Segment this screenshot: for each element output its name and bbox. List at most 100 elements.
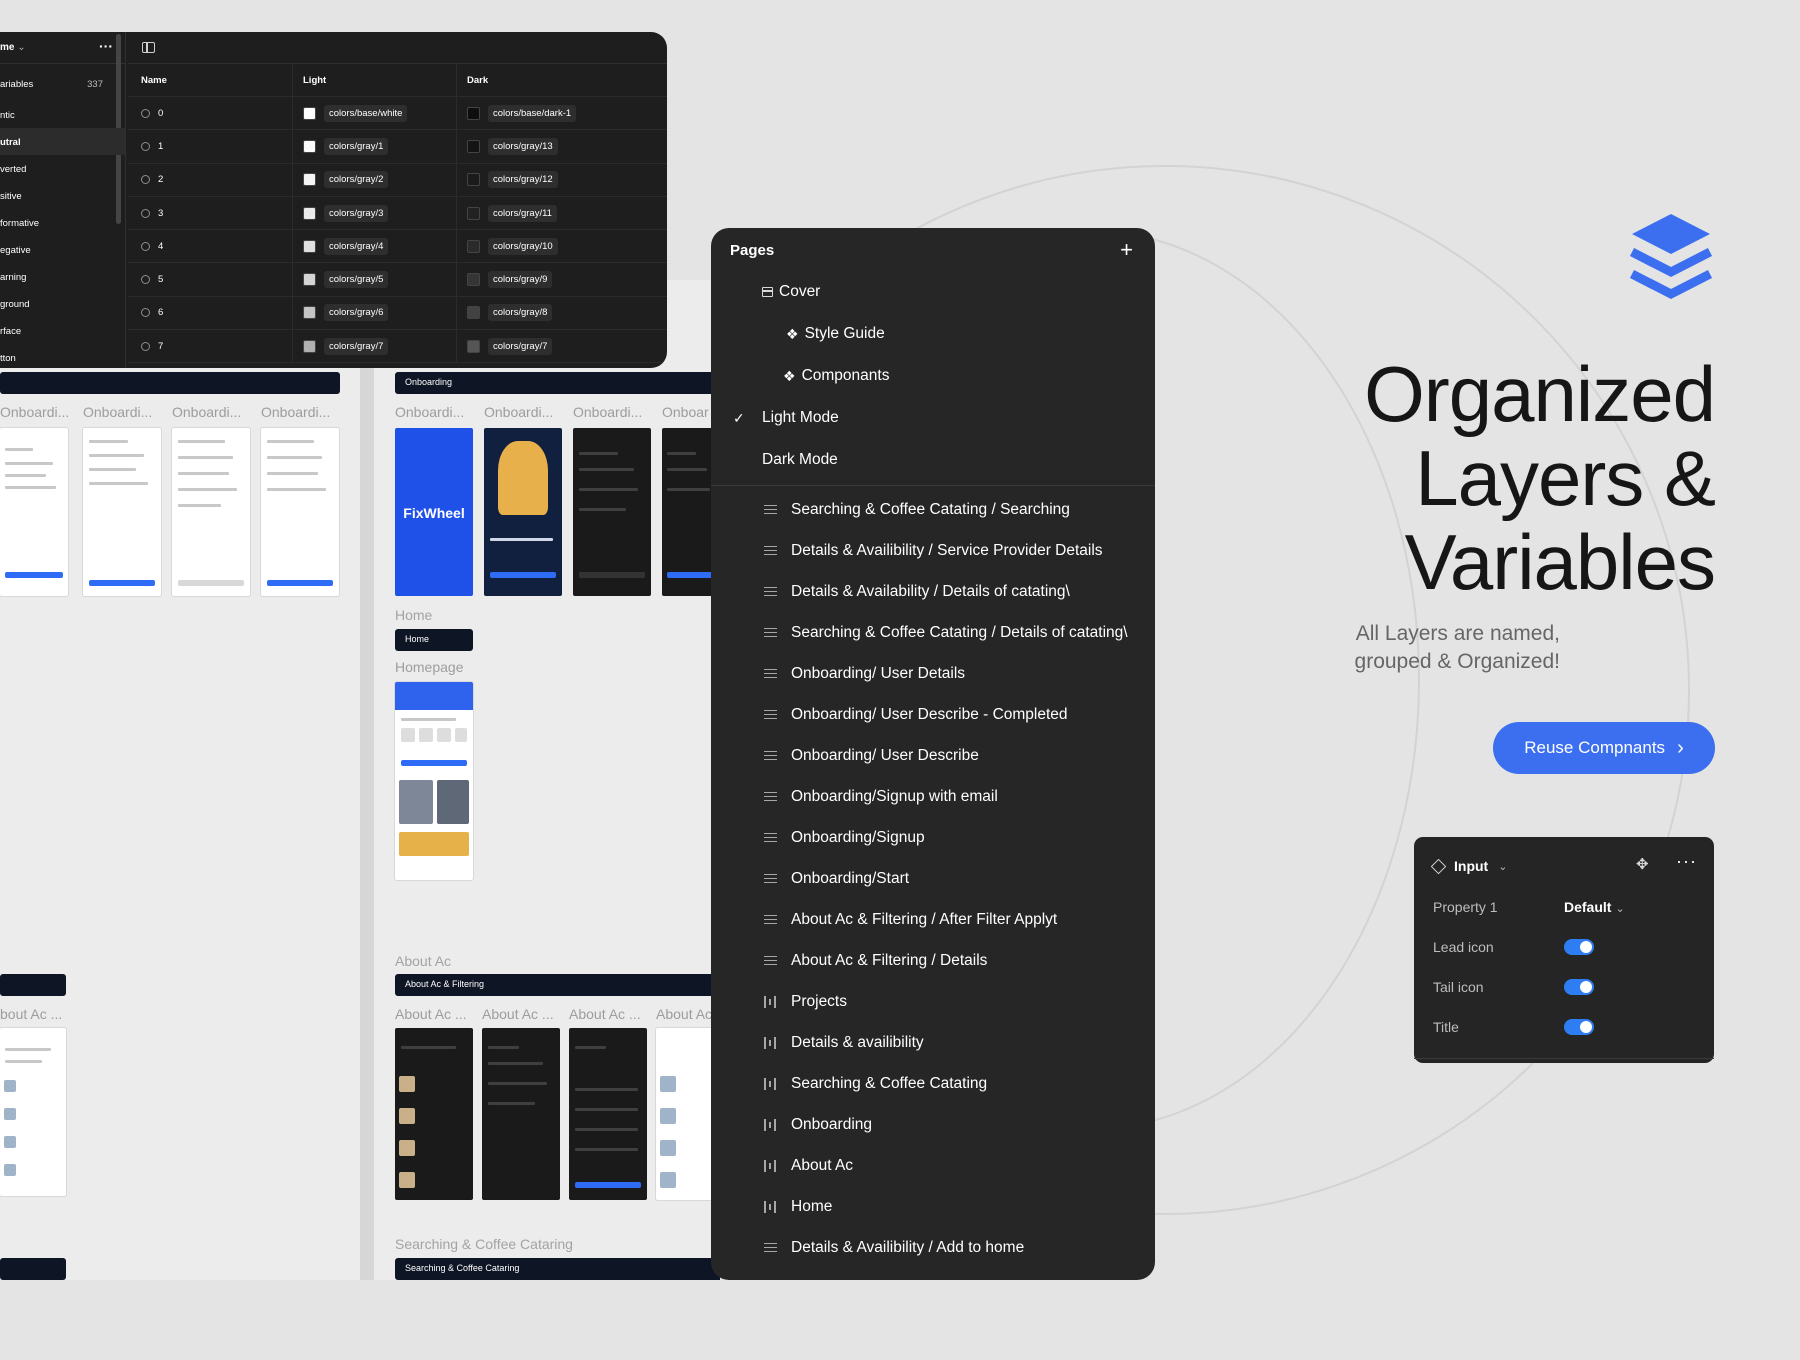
dark-alias-chip[interactable]: colors/gray/11	[488, 204, 557, 222]
layer-item[interactable]: Onboarding	[711, 1105, 1155, 1145]
sidebar-item-group[interactable]: verted	[0, 155, 125, 182]
homepage-frame-thumbnail[interactable]	[395, 682, 473, 880]
reuse-components-button[interactable]: Reuse Compnants ›	[1493, 722, 1715, 774]
sidebar-item-group[interactable]: sitive	[0, 182, 125, 209]
table-row[interactable]: 2 colors/gray/2 colors/gray/12	[128, 163, 667, 197]
frame-label[interactable]: About Ac ...	[482, 1006, 560, 1022]
searching-section-bar[interactable]: Searching & Coffee Cataring	[395, 1258, 720, 1280]
frame-thumbnail[interactable]	[83, 428, 161, 596]
layer-item[interactable]: Onboarding/Signup	[711, 818, 1155, 858]
sidebar-item-group[interactable]: tton	[0, 344, 125, 368]
title-toggle[interactable]	[1564, 1019, 1594, 1035]
property-1-select[interactable]: Default ⌄	[1564, 899, 1625, 915]
collection-name[interactable]: me	[0, 42, 14, 53]
page-item-cover[interactable]: Cover	[711, 272, 1155, 312]
lead-icon-toggle[interactable]	[1564, 939, 1594, 955]
frame-thumbnail[interactable]	[573, 428, 651, 596]
frame-thumbnail[interactable]	[261, 428, 339, 596]
layer-item[interactable]: Details & availibility	[711, 1023, 1155, 1063]
light-alias-chip[interactable]: colors/gray/1	[324, 137, 389, 155]
frame-label[interactable]: Onboardi...	[395, 404, 473, 420]
layer-item[interactable]: Home	[711, 1187, 1155, 1227]
page-item-dark-mode[interactable]: Dark Mode	[711, 440, 1155, 480]
dark-alias-chip[interactable]: colors/gray/13	[488, 137, 558, 155]
light-alias-chip[interactable]: colors/base/white	[324, 104, 408, 122]
layer-item[interactable]: Searching & Coffee Catating / Details of…	[711, 613, 1155, 653]
frame-thumbnail[interactable]	[0, 1028, 66, 1196]
dark-alias-chip[interactable]: colors/gray/7	[488, 337, 553, 355]
frame-label[interactable]: Onboardi...	[484, 404, 562, 420]
dark-alias-chip[interactable]: colors/gray/8	[488, 304, 553, 322]
frame-label[interactable]: Onboardi...	[0, 404, 68, 420]
frame-label[interactable]: About Ac ...	[395, 1006, 473, 1022]
welcome-frame-thumbnail[interactable]	[484, 428, 562, 596]
layer-item[interactable]: Projects	[711, 982, 1155, 1022]
page-item-light-mode[interactable]: ✓ Light Mode	[711, 398, 1155, 438]
table-row[interactable]: 1 colors/gray/1 colors/gray/13	[128, 130, 667, 164]
frame-thumbnail[interactable]	[482, 1028, 560, 1200]
section-bar[interactable]	[0, 974, 66, 996]
sidebar-item-group[interactable]: rface	[0, 317, 125, 344]
frame-thumbnail[interactable]	[569, 1028, 647, 1200]
column-header-light[interactable]: Light	[293, 64, 457, 96]
layer-item[interactable]: Searching & Coffee Catating / Searching	[711, 490, 1155, 530]
layer-item[interactable]: Onboarding/Signup with email	[711, 777, 1155, 817]
table-row[interactable]: 3 colors/gray/3 colors/gray/11	[128, 196, 667, 231]
dark-alias-chip[interactable]: colors/base/dark-1	[488, 104, 577, 122]
layer-item[interactable]: About Ac	[711, 1146, 1155, 1186]
frame-label[interactable]: Onboardi...	[261, 404, 339, 420]
plus-icon[interactable]: +	[1120, 237, 1133, 263]
more-options-icon[interactable]: ···	[1676, 851, 1697, 872]
light-alias-chip[interactable]: colors/gray/2	[324, 171, 389, 189]
collection-chevron-icon[interactable]: ⌄	[17, 42, 25, 53]
column-header-dark[interactable]: Dark	[457, 64, 667, 96]
sidebar-item-group[interactable]: egative	[0, 236, 125, 263]
table-row[interactable]: 0 colors/base/white colors/base/dark-1	[128, 97, 667, 131]
light-alias-chip[interactable]: colors/gray/6	[324, 304, 389, 322]
layer-item[interactable]: Onboarding/ User Details	[711, 654, 1155, 694]
about-section-bar[interactable]: About Ac & Filtering	[395, 974, 720, 996]
layer-item[interactable]: Details & Availability / Details of cata…	[711, 572, 1155, 612]
light-alias-chip[interactable]: colors/gray/4	[324, 237, 389, 255]
home-section-bar[interactable]: Home	[395, 629, 473, 651]
layer-item[interactable]: Details & Availibility / Service Provide…	[711, 531, 1155, 571]
sidebar-item-group[interactable]: ground	[0, 290, 125, 317]
dark-alias-chip[interactable]: colors/gray/12	[488, 171, 558, 189]
frame-label[interactable]: Onboardi...	[172, 404, 250, 420]
page-item-componants[interactable]: ❖ Componants	[711, 356, 1155, 396]
sidebar-item-group[interactable]: utral	[0, 128, 125, 155]
column-header-name[interactable]: Name	[128, 64, 293, 96]
layer-item[interactable]: About Ac & Filtering / Details	[711, 941, 1155, 981]
component-name[interactable]: Input	[1454, 858, 1488, 874]
frame-thumbnail[interactable]	[395, 1028, 473, 1200]
frame-thumbnail[interactable]	[0, 428, 68, 596]
light-alias-chip[interactable]: colors/gray/7	[324, 337, 389, 355]
dark-alias-chip[interactable]: colors/gray/9	[488, 271, 553, 289]
layer-item[interactable]: About Ac & Filtering / After Filter Appl…	[711, 900, 1155, 940]
layer-item[interactable]: Onboarding/Start	[711, 859, 1155, 899]
frame-label[interactable]: bout Ac ...	[0, 1006, 66, 1022]
toggle-sidebar-icon[interactable]	[142, 42, 155, 53]
table-row[interactable]: 4 colors/gray/4 colors/gray/10	[128, 230, 667, 264]
design-canvas[interactable]: Onboardi... Onboardi... Onboardi... Onbo…	[0, 280, 720, 1280]
sidebar-item-all-variables[interactable]: ariables 337	[0, 70, 125, 97]
table-row[interactable]: 6 colors/gray/6 colors/gray/8	[128, 296, 667, 331]
layer-item[interactable]: Details & Availibility / Add to home	[711, 1228, 1155, 1268]
splash-frame-thumbnail[interactable]: FixWheel	[395, 428, 473, 596]
frame-label[interactable]: Onboardi...	[573, 404, 651, 420]
table-row[interactable]: 7 colors/gray/7 colors/gray/7	[128, 330, 667, 364]
light-alias-chip[interactable]: colors/gray/3	[324, 204, 389, 222]
dark-alias-chip[interactable]: colors/gray/10	[488, 237, 558, 255]
light-alias-chip[interactable]: colors/gray/5	[324, 271, 389, 289]
sidebar-item-group[interactable]: ntic	[0, 101, 125, 128]
layer-item[interactable]: Onboarding/ User Describe - Completed	[711, 695, 1155, 735]
go-to-main-component-icon[interactable]: ✥	[1636, 855, 1649, 873]
tail-icon-toggle[interactable]	[1564, 979, 1594, 995]
onboarding-section-bar[interactable]: Onboarding	[395, 372, 720, 394]
section-bar[interactable]	[0, 1258, 66, 1280]
layer-item[interactable]: Onboarding/ User Describe	[711, 736, 1155, 776]
chevron-down-icon[interactable]: ⌄	[1498, 860, 1507, 873]
layer-item[interactable]: Searching & Coffee Catating	[711, 1064, 1155, 1104]
table-row[interactable]: 5 colors/gray/5 colors/gray/9	[128, 263, 667, 297]
more-options-icon[interactable]: ···	[99, 38, 113, 54]
